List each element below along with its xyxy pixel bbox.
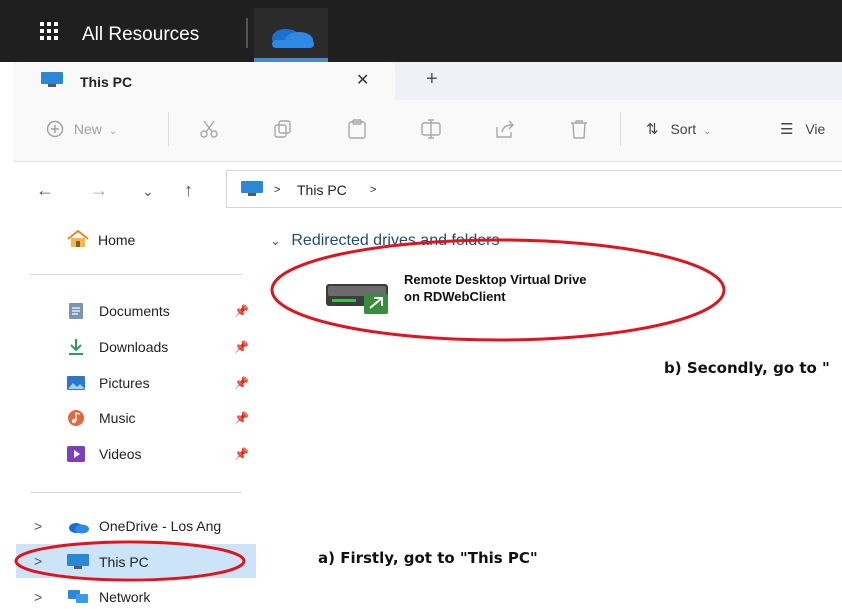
delete-icon[interactable] [568, 118, 590, 140]
tab-this-pc[interactable] [13, 62, 395, 100]
pin-icon[interactable]: 📌 [234, 411, 249, 425]
view-button-label: Vie [805, 121, 826, 137]
documents-icon [69, 303, 83, 319]
plus-circle-icon [46, 120, 64, 138]
sidebar-item-music[interactable]: Music [99, 410, 136, 426]
screenshot-root: All Resources This PC ✕ + New ⌄ ⇅ Sort ⌄… [0, 0, 842, 609]
chevron-down-icon: ⌄ [703, 126, 712, 137]
expand-chevron-icon[interactable]: > [34, 518, 42, 534]
expand-chevron-icon[interactable]: > [34, 589, 42, 605]
recent-locations-chevron-icon[interactable]: ⌄ [142, 183, 154, 200]
back-arrow-icon[interactable]: ← [36, 180, 54, 201]
topbar-divider [246, 18, 248, 48]
pin-icon[interactable]: 📌 [234, 376, 249, 390]
sidebar-item-downloads[interactable]: Downloads [99, 339, 168, 355]
annotation-step-a: a) Firstly, got to "This PC" [318, 549, 538, 567]
downloads-icon [69, 339, 83, 355]
breadcrumb-separator[interactable]: > [370, 184, 376, 196]
paste-icon[interactable] [346, 118, 368, 140]
new-button[interactable]: New ⌄ [46, 120, 117, 138]
chevron-down-icon: ⌄ [108, 126, 118, 137]
view-button[interactable]: ☰ Vie [780, 120, 825, 138]
view-icon: ☰ [780, 121, 794, 138]
sidebar-item-onedrive[interactable]: OneDrive - Los Ang [99, 518, 221, 534]
close-tab-icon[interactable]: ✕ [356, 70, 369, 90]
sidebar-item-this-pc[interactable]: This PC [99, 554, 149, 570]
pin-icon[interactable]: 📌 [234, 447, 249, 461]
home-icon [67, 230, 89, 247]
top-app-bar: All Resources [0, 0, 842, 62]
monitor-icon [41, 72, 63, 87]
cut-icon[interactable] [198, 118, 220, 140]
sidebar-item-pictures[interactable]: Pictures [99, 375, 150, 391]
breadcrumb-this-pc[interactable]: This PC [297, 182, 347, 198]
all-resources-title[interactable]: All Resources [82, 24, 199, 46]
sidebar-item-home[interactable]: Home [98, 232, 135, 248]
drive-name[interactable]: Remote Desktop Virtual Drive [404, 272, 587, 287]
pin-icon[interactable]: 📌 [234, 304, 249, 318]
rename-icon[interactable] [420, 118, 442, 140]
drive-location[interactable]: on RDWebClient [404, 289, 506, 304]
group-title: Redirected drives and folders [291, 232, 500, 249]
up-arrow-icon[interactable]: ↑ [184, 180, 193, 201]
monitor-icon [67, 554, 89, 569]
expand-chevron-icon[interactable]: > [34, 553, 42, 569]
copy-icon[interactable] [272, 118, 294, 140]
sidebar-item-videos[interactable]: Videos [99, 446, 142, 462]
share-icon[interactable] [494, 118, 516, 140]
network-icon [68, 590, 88, 603]
collapse-chevron-icon: ⌄ [270, 233, 281, 248]
forward-arrow-icon[interactable]: → [90, 180, 108, 201]
tab-title: This PC [80, 74, 133, 90]
onedrive-cloud-icon [254, 29, 328, 62]
onedrive-cloud-icon [69, 523, 89, 534]
cmd-divider [168, 112, 169, 146]
waffle-grid-icon[interactable] [40, 22, 62, 40]
new-tab-icon[interactable]: + [426, 68, 438, 91]
breadcrumb-separator[interactable]: > [274, 184, 280, 196]
new-button-label: New [73, 121, 102, 137]
videos-icon [67, 446, 85, 462]
sort-icon: ⇅ [646, 121, 659, 138]
sort-button-label: Sort [670, 121, 697, 137]
network-drive-icon[interactable] [324, 276, 390, 314]
sidebar-divider [30, 492, 242, 493]
cmd-divider-2 [620, 112, 621, 146]
sidebar-item-documents[interactable]: Documents [99, 303, 170, 319]
pictures-icon [67, 376, 85, 390]
onedrive-app-tab[interactable] [254, 8, 328, 62]
pin-icon[interactable]: 📌 [234, 340, 249, 354]
music-icon [68, 410, 84, 426]
sort-button[interactable]: ⇅ Sort ⌄ [646, 120, 711, 138]
monitor-icon [241, 181, 263, 196]
annotation-step-b: b) Secondly, go to " [664, 359, 830, 377]
sidebar-item-network[interactable]: Network [99, 589, 150, 605]
group-header-redirected[interactable]: ⌄ Redirected drives and folders [270, 232, 499, 250]
sidebar-divider [30, 274, 242, 275]
